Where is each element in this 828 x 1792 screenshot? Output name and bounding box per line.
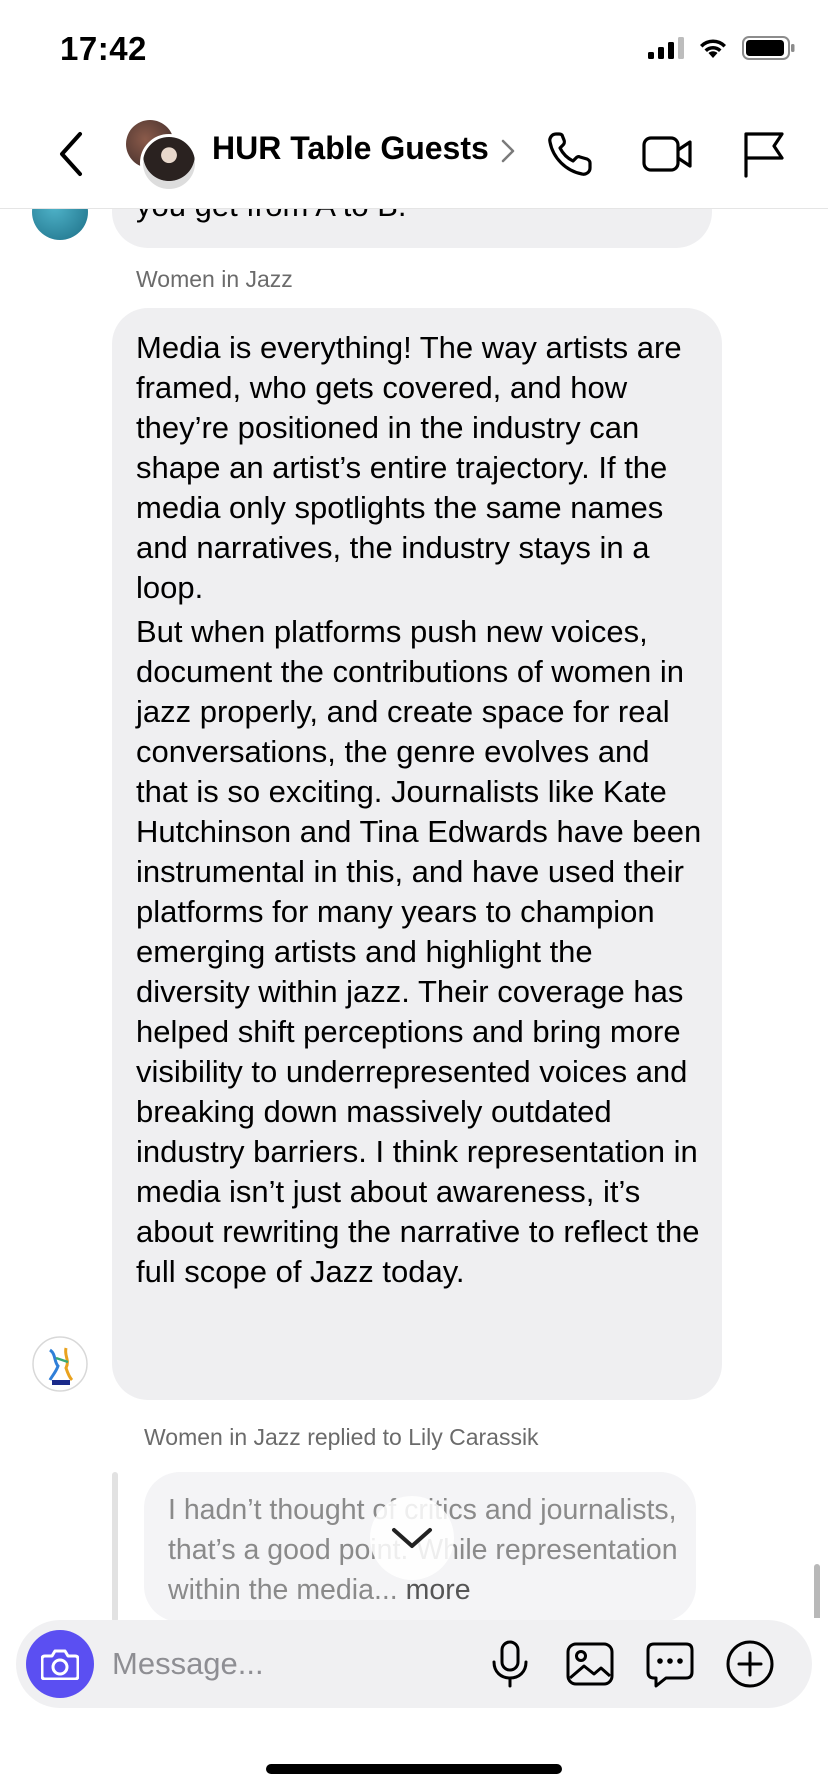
message-bubble[interactable]: you get from A to B.: [112, 208, 712, 248]
message-list[interactable]: you get from A to B. Women in Jazz Media…: [0, 208, 828, 1618]
flag-icon[interactable]: [736, 126, 792, 182]
microphone-icon[interactable]: [484, 1638, 536, 1690]
video-call-icon[interactable]: [640, 126, 696, 182]
gallery-icon[interactable]: [564, 1638, 616, 1690]
sender-avatar[interactable]: [32, 208, 88, 240]
cellular-signal-icon: [648, 37, 684, 59]
message-text: you get from A to B.: [136, 208, 407, 226]
sticker-chat-icon[interactable]: [644, 1638, 696, 1690]
back-chevron-icon[interactable]: [52, 126, 92, 182]
message-composer: [16, 1620, 812, 1708]
wifi-icon: [700, 39, 726, 58]
status-time: 17:42: [60, 30, 147, 67]
message-input[interactable]: [112, 1642, 492, 1686]
message-text: Media is everything! The way artists are…: [136, 328, 704, 1292]
scroll-indicator[interactable]: [814, 1564, 820, 1618]
group-avatar[interactable]: [126, 120, 198, 192]
message-paragraph: But when platforms push new voices, docu…: [136, 614, 702, 1289]
sender-name: Women in Jazz: [136, 266, 293, 292]
add-circle-icon[interactable]: [724, 1638, 776, 1690]
chevron-right-icon[interactable]: [500, 138, 516, 164]
chat-title[interactable]: HUR Table Guests: [212, 130, 489, 167]
women-in-jazz-logo-avatar[interactable]: [32, 1336, 88, 1392]
camera-button[interactable]: [26, 1630, 94, 1698]
status-bar: 17:42: [0, 0, 828, 100]
scroll-to-bottom-button[interactable]: [370, 1496, 454, 1580]
battery-icon: [742, 36, 795, 60]
member-avatar: [140, 134, 198, 192]
message-bubble[interactable]: Media is everything! The way artists are…: [112, 308, 722, 1400]
camera-icon: [41, 1649, 79, 1680]
status-icons: [648, 36, 796, 60]
message-paragraph: Media is everything! The way artists are…: [136, 330, 682, 605]
chevron-down-icon: [392, 1528, 432, 1548]
reply-quote-bar: [112, 1472, 118, 1622]
chat-header: HUR Table Guests: [0, 100, 828, 209]
phone-icon[interactable]: [542, 126, 598, 182]
home-indicator: [266, 1764, 562, 1774]
reply-context-label: Women in Jazz replied to Lily Carassik: [144, 1424, 539, 1450]
